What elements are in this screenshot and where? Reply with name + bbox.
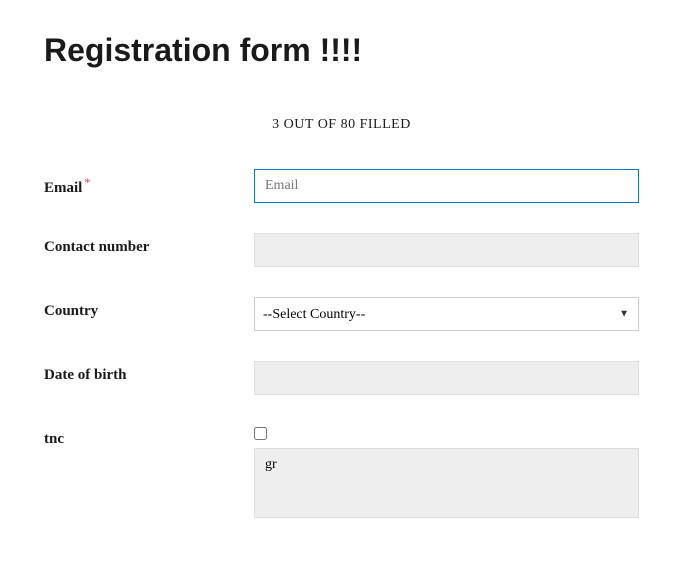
dob-field[interactable]	[254, 361, 639, 395]
email-label: Email*	[44, 169, 254, 197]
dob-label: Date of birth	[44, 361, 254, 384]
country-label: Country	[44, 297, 254, 320]
form-status: 3 OUT OF 80 FILLED	[44, 117, 639, 133]
required-mark: *	[84, 175, 90, 189]
email-field[interactable]	[254, 169, 639, 203]
page-title: Registration form !!!!	[44, 32, 639, 69]
tnc-checkbox[interactable]	[254, 427, 267, 440]
contact-label: Contact number	[44, 233, 254, 256]
contact-field[interactable]	[254, 233, 639, 267]
tnc-label: tnc	[44, 425, 254, 448]
tnc-textarea[interactable]: gr	[254, 448, 639, 518]
country-select[interactable]: --Select Country--	[254, 297, 639, 331]
